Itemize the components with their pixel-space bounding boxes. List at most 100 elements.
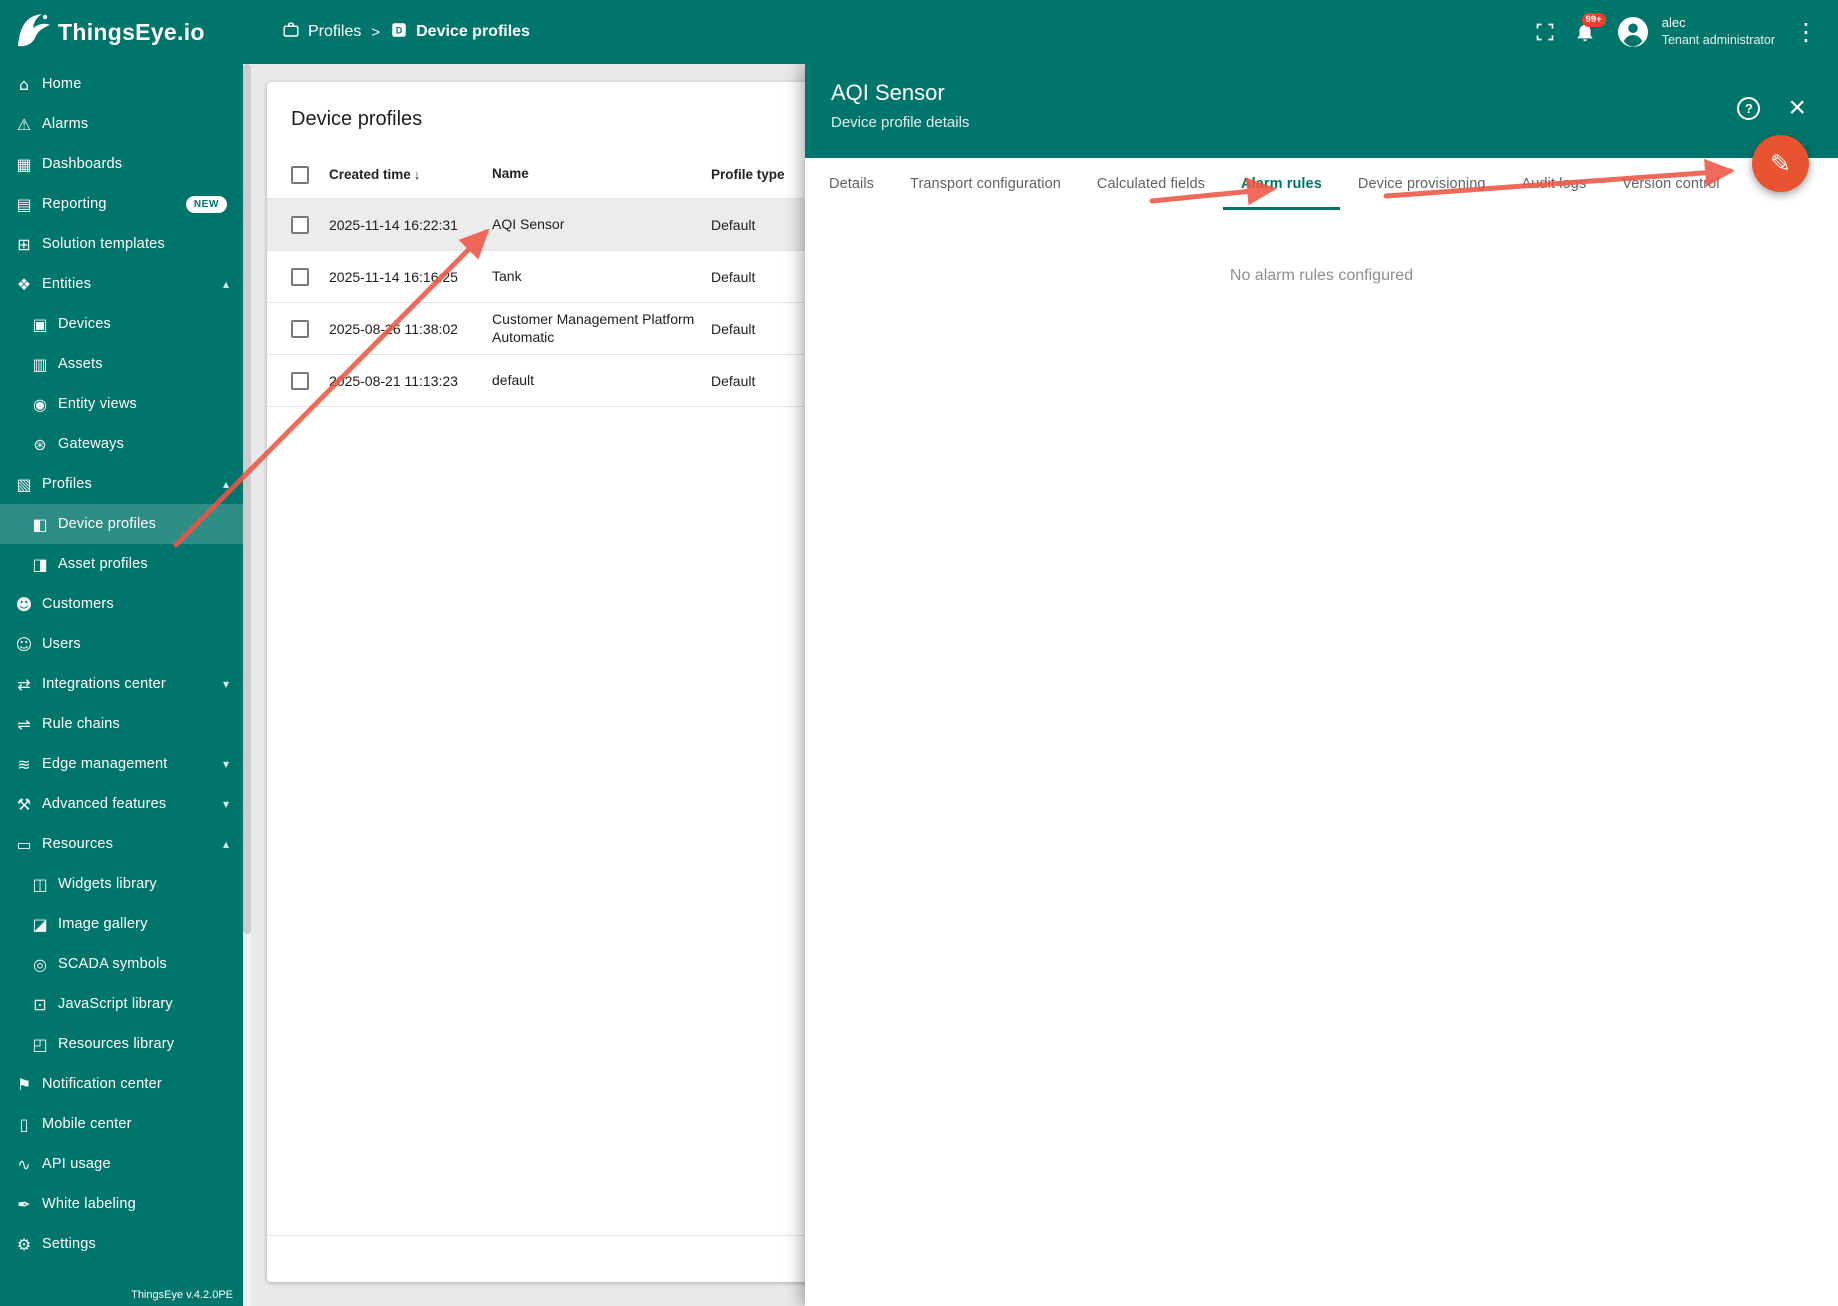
cell-created-time: 2025-08-26 11:38:02 <box>329 321 492 337</box>
sidebar-item-asset-profiles[interactable]: ◨ Asset profiles <box>0 544 243 584</box>
sidebar-item-label: Resources library <box>58 1036 229 1052</box>
sidebar-item-devices[interactable]: ▣ Devices <box>0 304 243 344</box>
sidebar-item-gateways[interactable]: ⊛ Gateways <box>0 424 243 464</box>
sidebar-item-entities[interactable]: ❖ Entities ▴ <box>0 264 243 304</box>
sidebar-item-resources[interactable]: ▭ Resources ▴ <box>0 824 243 864</box>
sidebar-item-device-profiles[interactable]: ◧ Device profiles <box>0 504 243 544</box>
sidebar-item-solution-templates[interactable]: ⊞ Solution templates <box>0 224 243 264</box>
advanced-features-icon: ⚒ <box>14 795 34 814</box>
more-menu-icon[interactable]: ⋮ <box>1794 20 1818 44</box>
sidebar-item-notification-center[interactable]: ⚑ Notification center <box>0 1064 243 1104</box>
scada-symbols-icon: ◎ <box>30 955 50 974</box>
column-header-created-time[interactable]: Created time↓ <box>329 167 492 182</box>
sidebar-item-label: Resources <box>42 836 223 852</box>
tab-device-provisioning[interactable]: Device provisioning <box>1340 158 1504 210</box>
rule-chains-icon: ⇌ <box>14 715 34 734</box>
panel-header: AQI Sensor Device profile details ? × <box>805 64 1838 158</box>
sidebar-item-resources-library[interactable]: ◰ Resources library <box>0 1024 243 1064</box>
sidebar-item-label: Edge management <box>42 756 223 772</box>
column-header-name[interactable]: Name <box>492 166 711 183</box>
chevron-down-icon: ▾ <box>223 797 229 811</box>
sidebar-item-integrations-center[interactable]: ⇄ Integrations center ▾ <box>0 664 243 704</box>
row-checkbox[interactable] <box>291 372 309 390</box>
svg-text:D: D <box>396 25 403 35</box>
sidebar-item-customers[interactable]: ☻ Customers <box>0 584 243 624</box>
sidebar-item-advanced-features[interactable]: ⚒ Advanced features ▾ <box>0 784 243 824</box>
sidebar-item-rule-chains[interactable]: ⇌ Rule chains <box>0 704 243 744</box>
device-profiles-icon: ◧ <box>30 515 50 534</box>
sidebar-item-assets[interactable]: ▥ Assets <box>0 344 243 384</box>
alarms-icon: ⚠ <box>14 115 34 134</box>
edit-fab[interactable]: ✎ <box>1752 135 1809 192</box>
tab-audit-logs[interactable]: Audit logs <box>1504 158 1605 210</box>
tab-alarm-rules[interactable]: Alarm rules <box>1223 158 1340 210</box>
sidebar-item-widgets-library[interactable]: ◫ Widgets library <box>0 864 243 904</box>
sidebar-item-label: Alarms <box>42 116 229 132</box>
sidebar-item-label: Profiles <box>42 476 223 492</box>
sidebar-item-entity-views[interactable]: ◉ Entity views <box>0 384 243 424</box>
sidebar-item-alarms[interactable]: ⚠ Alarms <box>0 104 243 144</box>
row-checkbox[interactable] <box>291 216 309 234</box>
cell-name: default <box>492 372 711 390</box>
user-avatar[interactable] <box>1615 14 1651 50</box>
sidebar-item-users[interactable]: ☺ Users <box>0 624 243 664</box>
resources-library-icon: ◰ <box>30 1035 50 1054</box>
select-all-checkbox[interactable] <box>291 166 309 184</box>
sidebar-item-label: Mobile center <box>42 1116 229 1132</box>
sidebar-item-scada-symbols[interactable]: ◎ SCADA symbols <box>0 944 243 984</box>
sidebar-item-label: Assets <box>58 356 229 372</box>
sidebar-item-label: Rule chains <box>42 716 229 732</box>
sidebar-item-label: Users <box>42 636 229 652</box>
app-version: ThingsEye v.4.2.0PE <box>131 1289 233 1301</box>
breadcrumb: Profiles > D Device profiles <box>282 21 530 44</box>
integrations-icon: ⇄ <box>14 675 34 694</box>
sidebar-item-javascript-library[interactable]: ⊡ JavaScript library <box>0 984 243 1024</box>
cell-created-time: 2025-11-14 16:22:31 <box>329 217 492 233</box>
sidebar-item-white-labeling[interactable]: ✒ White labeling <box>0 1184 243 1224</box>
sidebar-item-label: Asset profiles <box>58 556 229 572</box>
user-name: alec <box>1662 15 1775 32</box>
new-badge: NEW <box>186 196 227 213</box>
device-profile-breadcrumb-icon: D <box>390 21 408 44</box>
profiles-icon: ▧ <box>14 475 34 494</box>
sidebar-item-edge-management[interactable]: ≋ Edge management ▾ <box>0 744 243 784</box>
sidebar-item-profiles[interactable]: ▧ Profiles ▴ <box>0 464 243 504</box>
app-logo[interactable]: ThingsEye.io <box>12 10 250 55</box>
sidebar-scrollbar[interactable] <box>243 64 251 1306</box>
sidebar-item-label: Integrations center <box>42 676 223 692</box>
sidebar-item-label: Widgets library <box>58 876 229 892</box>
tab-version-control[interactable]: Version control <box>1604 158 1737 210</box>
app-title: ThingsEye.io <box>58 19 205 46</box>
alarm-rules-tab-content: No alarm rules configured <box>805 210 1838 285</box>
chevron-up-icon: ▴ <box>223 837 229 851</box>
sidebar-item-dashboards[interactable]: ▦ Dashboards <box>0 144 243 184</box>
sidebar-item-settings[interactable]: ⚙ Settings <box>0 1224 243 1264</box>
sidebar-item-label: Settings <box>42 1236 229 1252</box>
notifications-bell-icon[interactable]: 99+ <box>1574 21 1596 43</box>
sidebar-item-reporting[interactable]: ▤ Reporting NEW <box>0 184 243 224</box>
tab-calculated-fields[interactable]: Calculated fields <box>1079 158 1223 210</box>
sidebar-item-mobile-center[interactable]: ▯ Mobile center <box>0 1104 243 1144</box>
home-icon: ⌂ <box>14 75 34 94</box>
breadcrumb-label: Profiles <box>308 23 361 41</box>
scrollbar-thumb[interactable] <box>243 64 251 934</box>
sidebar-item-home[interactable]: ⌂ Home <box>0 64 243 104</box>
panel-title: AQI Sensor <box>831 80 1814 106</box>
resources-icon: ▭ <box>14 835 34 854</box>
cell-created-time: 2025-11-14 16:16:25 <box>329 269 492 285</box>
sidebar-item-api-usage[interactable]: ∿ API usage <box>0 1144 243 1184</box>
row-checkbox[interactable] <box>291 268 309 286</box>
sidebar-item-image-gallery[interactable]: ◪ Image gallery <box>0 904 243 944</box>
tab-details[interactable]: Details <box>811 158 892 210</box>
close-icon[interactable]: × <box>1788 96 1806 120</box>
tab-transport-configuration[interactable]: Transport configuration <box>892 158 1079 210</box>
help-icon[interactable]: ? <box>1737 97 1760 120</box>
panel-subtitle: Device profile details <box>831 114 1814 131</box>
fullscreen-icon[interactable] <box>1535 22 1555 42</box>
cell-name: AQI Sensor <box>492 216 711 234</box>
row-checkbox[interactable] <box>291 320 309 338</box>
notification-count-badge: 99+ <box>1582 13 1606 27</box>
breadcrumb-profiles[interactable]: Profiles <box>282 21 361 44</box>
dashboards-icon: ▦ <box>14 155 34 174</box>
gateways-icon: ⊛ <box>30 435 50 454</box>
